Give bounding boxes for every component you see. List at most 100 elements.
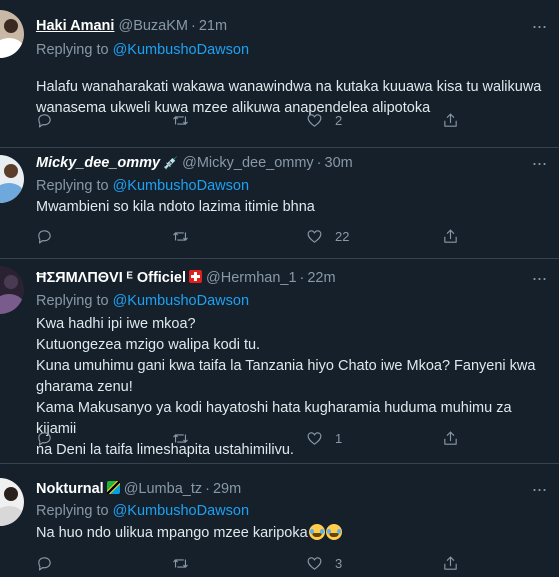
replying-to: Replying to @KumbushoDawson [36, 41, 249, 59]
more-icon[interactable]: ··· [527, 17, 551, 38]
more-icon[interactable]: ··· [527, 154, 551, 175]
timestamp[interactable]: 21m [199, 18, 227, 34]
share-icon [444, 556, 457, 570]
avatar[interactable] [0, 266, 24, 314]
tweet-text: Mwambieni so kila ndoto lazima itimie bh… [36, 199, 315, 215]
tweet-header: Micky_dee_ommy 💉 @Micky_dee_ommy · 30m [36, 154, 353, 172]
more-icon[interactable]: ··· [527, 269, 551, 290]
avatar-body [0, 38, 24, 58]
timestamp[interactable]: 30m [325, 155, 353, 171]
tweet[interactable]: Nokturnal @Lumba_tz · 29m ··· Replying to … [0, 464, 559, 577]
share-icon [444, 229, 457, 243]
replying-to: Replying to @KumbushoDawson [36, 177, 249, 195]
retweet-button[interactable] [172, 110, 189, 130]
tears-of-joy-emoji-icon [308, 524, 325, 540]
display-name[interactable]: Nokturnal [36, 481, 120, 497]
separator-dot: · [316, 155, 322, 171]
replying-to: Replying to @KumbushoDawson [36, 502, 249, 520]
reply-button[interactable] [36, 428, 53, 448]
reply-icon [38, 113, 51, 127]
tweet-header: ĦΣЯMΛПΘVI ᴱ Officiel @Hermhan_1 · 22m [36, 269, 336, 287]
replying-to: Replying to @KumbushoDawson [36, 292, 249, 310]
tweet-header: Haki Amani @BuzaKM · 21m [36, 17, 227, 35]
tweet[interactable]: Micky_dee_ommy 💉 @Micky_dee_ommy · 30m ··· … [0, 148, 559, 259]
retweet-icon [173, 231, 188, 241]
reply-button[interactable] [36, 110, 53, 130]
timestamp[interactable]: 22m [307, 270, 335, 286]
separator-dot: · [205, 481, 210, 497]
separator-dot: · [191, 18, 196, 34]
display-name-text: ĦΣЯMΛПΘVI ᴱ Officiel [36, 270, 186, 286]
replying-to-link[interactable]: @KumbushoDawson [113, 178, 249, 194]
avatar[interactable] [0, 10, 24, 58]
avatar-face [4, 487, 18, 501]
display-name-text: Nokturnal [36, 481, 104, 497]
user-handle[interactable]: @BuzaKM [118, 18, 188, 34]
avatar-face [4, 275, 18, 289]
share-button[interactable] [442, 226, 459, 246]
reply-button[interactable] [36, 553, 53, 573]
retweet-button[interactable] [172, 226, 189, 246]
display-name[interactable]: ĦΣЯMΛПΘVI ᴱ Officiel [36, 270, 202, 286]
avatar-face [4, 164, 18, 178]
like-button[interactable]: 22 [306, 226, 349, 246]
avatar-body [0, 506, 24, 526]
like-count: 1 [335, 430, 343, 446]
tweet-text: Na huo ndo ulikua mpango mzee karipoka [36, 523, 551, 544]
tweet[interactable]: ĦΣЯMΛПΘVI ᴱ Officiel @Hermhan_1 · 22m ··· … [0, 259, 559, 464]
user-handle[interactable]: @Micky_dee_ommy [182, 155, 314, 171]
share-icon [444, 113, 457, 127]
retweet-button[interactable] [172, 553, 189, 573]
tweet-text-content: Na huo ndo ulikua mpango mzee karipoka [36, 525, 308, 541]
retweet-icon [173, 115, 188, 125]
tweet-actions: 3 [36, 553, 486, 573]
like-button[interactable]: 2 [306, 110, 342, 130]
display-name[interactable]: Haki Amani [36, 18, 114, 34]
replying-to-link[interactable]: @KumbushoDawson [113, 42, 249, 58]
retweet-button[interactable] [172, 428, 189, 448]
avatar-face [4, 19, 18, 33]
share-button[interactable] [442, 428, 459, 448]
share-button[interactable] [442, 110, 459, 130]
like-button[interactable]: 1 [306, 428, 342, 448]
replying-to-label: Replying to [36, 42, 113, 58]
reply-icon [38, 229, 51, 243]
heart-icon [307, 431, 322, 445]
reply-icon [38, 431, 51, 445]
tweet-actions: 2 [36, 110, 486, 130]
user-handle[interactable]: @Lumba_tz [124, 481, 202, 497]
replying-to-link[interactable]: @KumbushoDawson [113, 503, 249, 519]
tanzania-flag-icon [106, 481, 120, 494]
avatar-body [0, 183, 24, 203]
retweet-icon [173, 558, 188, 568]
share-button[interactable] [442, 553, 459, 573]
like-count: 3 [335, 555, 343, 571]
reply-button[interactable] [36, 226, 53, 246]
tweet[interactable]: Haki Amani @BuzaKM · 21m ··· Replying to @… [0, 0, 559, 148]
tweet-header: Nokturnal @Lumba_tz · 29m [36, 480, 241, 498]
heart-icon [307, 113, 322, 127]
display-name-text: Micky_dee_ommy [36, 155, 161, 171]
like-count: 2 [335, 112, 343, 128]
avatar[interactable] [0, 478, 24, 526]
retweet-icon [173, 433, 188, 443]
tears-of-joy-emoji-icon [325, 524, 342, 540]
user-handle[interactable]: @Hermhan_1 [206, 270, 296, 286]
share-icon [444, 431, 457, 445]
syringe-icon: 💉 [163, 156, 179, 170]
replying-to-link[interactable]: @KumbushoDawson [113, 293, 249, 309]
heart-icon [307, 556, 322, 570]
avatar[interactable] [0, 155, 24, 203]
timestamp[interactable]: 29m [213, 481, 241, 497]
replying-to-label: Replying to [36, 293, 113, 309]
display-name[interactable]: Micky_dee_ommy 💉 [36, 155, 178, 171]
heart-icon [307, 229, 322, 243]
reply-icon [38, 556, 51, 570]
more-icon[interactable]: ··· [527, 480, 551, 501]
replying-to-label: Replying to [36, 178, 113, 194]
tweet-actions: 22 [36, 226, 486, 246]
replying-to-label: Replying to [36, 503, 113, 519]
like-button[interactable]: 3 [306, 553, 342, 573]
like-count: 22 [335, 228, 350, 244]
tweet-actions: 1 [36, 428, 486, 448]
